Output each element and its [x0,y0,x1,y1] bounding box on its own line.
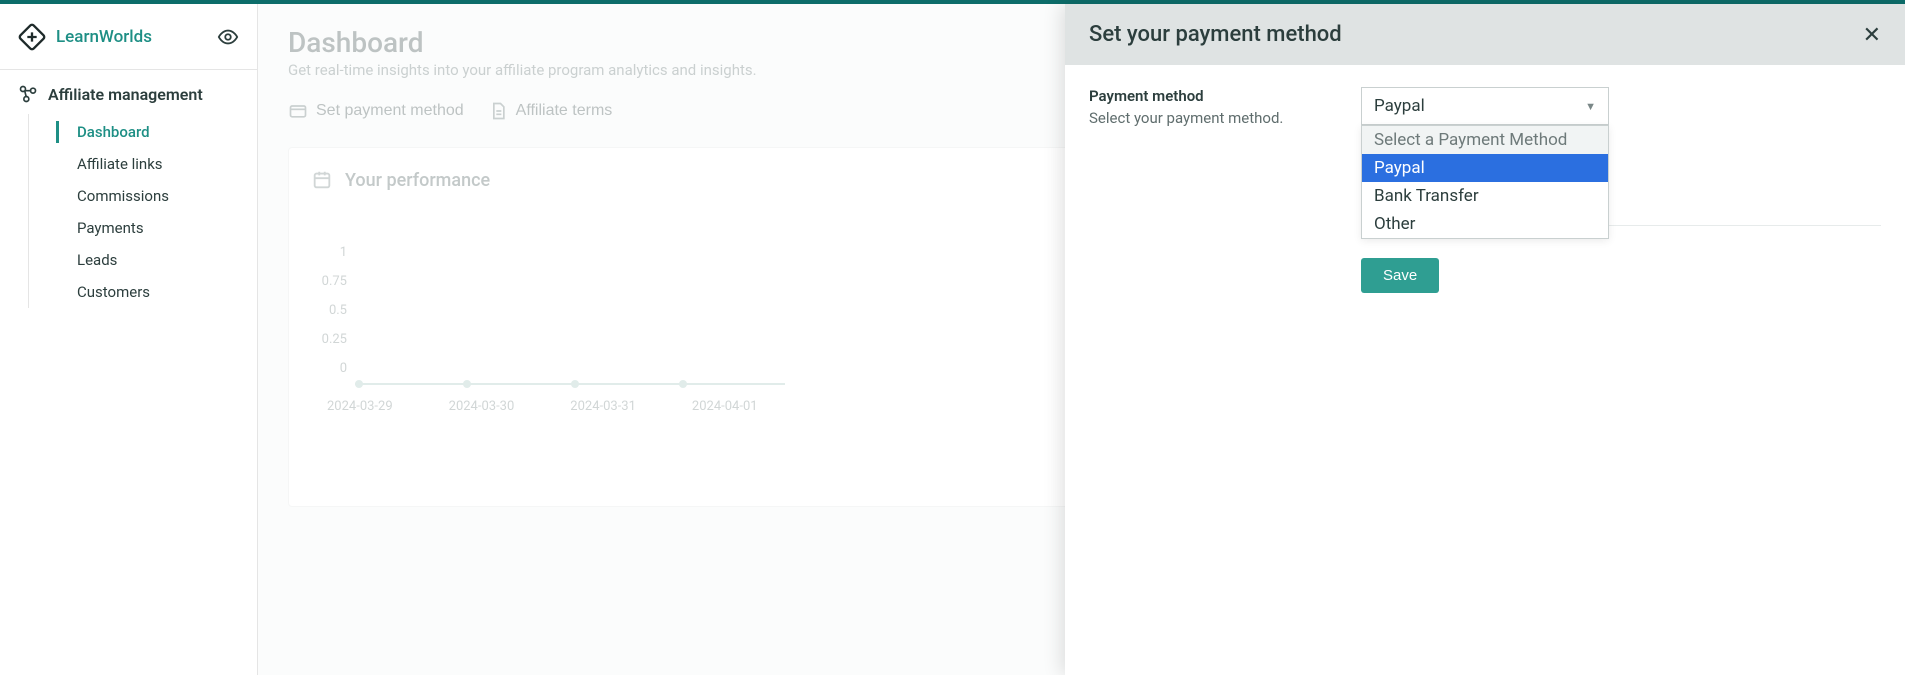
x-tick: 2024-03-29 [327,399,393,414]
dropdown-option-other[interactable]: Other [1362,210,1608,238]
brand-logo-icon [18,23,46,51]
set-payment-method-button[interactable]: Set payment method [288,101,464,121]
payment-method-description: Select your payment method. [1089,109,1321,127]
x-tick: 2024-04-01 [692,399,758,414]
y-tick: 0.5 [317,303,355,318]
chart-point [355,380,363,388]
brand-name: LearnWorlds [56,27,217,47]
select-value: Paypal [1374,96,1425,116]
dropdown-option-bank-transfer[interactable]: Bank Transfer [1362,182,1608,210]
nav-affiliate-links[interactable]: Affiliate links [57,148,257,180]
sidebar: LearnWorlds Affiliate management Dashboa… [0,4,258,675]
chart-point [463,380,471,388]
wallet-icon [288,101,308,121]
set-payment-method-label: Set payment method [316,102,464,120]
chart-point [679,380,687,388]
nav-leads[interactable]: Leads [57,244,257,276]
x-tick: 2024-03-30 [449,399,515,414]
nav-dashboard[interactable]: Dashboard [57,116,257,148]
close-icon: ✕ [1863,22,1881,47]
y-tick: 0 [317,361,355,376]
nav-commissions[interactable]: Commissions [57,180,257,212]
sidebar-section-title: Affiliate management [48,85,203,104]
payment-method-panel: Set your payment method ✕ Payment method… [1065,4,1905,675]
nav-payments[interactable]: Payments [57,212,257,244]
payment-method-label: Payment method [1089,87,1321,105]
dropdown-option-paypal[interactable]: Paypal [1362,154,1608,182]
nav-customers[interactable]: Customers [57,276,257,308]
preview-eye-icon[interactable] [217,26,239,48]
payment-method-dropdown: Select a Payment Method Paypal Bank Tran… [1361,125,1609,239]
dropdown-option-placeholder[interactable]: Select a Payment Method [1362,126,1608,154]
y-tick: 0.75 [317,274,355,289]
calendar-icon [311,169,333,191]
y-tick: 0.25 [317,332,355,347]
affiliate-terms-button[interactable]: Affiliate terms [488,101,613,121]
y-tick: 1 [317,245,355,260]
close-button[interactable]: ✕ [1863,24,1881,46]
sidebar-header: LearnWorlds [0,4,257,70]
sidebar-nav: Dashboard Affiliate links Commissions Pa… [28,114,257,308]
caret-down-icon: ▼ [1585,100,1596,113]
chart-point [571,380,579,388]
save-button[interactable]: Save [1361,258,1439,293]
sidebar-section-header: Affiliate management [0,70,257,114]
affiliate-terms-label: Affiliate terms [516,102,613,120]
document-icon [488,101,508,121]
panel-header: Set your payment method ✕ [1065,4,1905,65]
chart-series-line [355,383,785,385]
panel-title: Set your payment method [1089,22,1863,47]
payment-method-select[interactable]: Paypal ▼ [1361,87,1609,125]
x-tick: 2024-03-31 [570,399,636,414]
affiliate-icon [18,84,38,104]
